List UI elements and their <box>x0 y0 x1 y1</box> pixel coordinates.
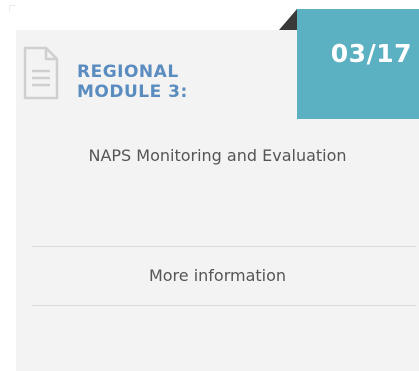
module-title: NAPS Monitoring and Evaluation <box>88 146 347 165</box>
document-icon <box>23 46 59 100</box>
date-text: 03/17 <box>330 39 412 68</box>
date-badge: 03/17 <box>297 9 419 119</box>
divider-top <box>32 246 416 247</box>
module-label-line1: REGIONAL <box>77 62 179 82</box>
module-label: REGIONAL MODULE 3: <box>77 62 277 102</box>
badge-fold-corner <box>279 9 297 30</box>
more-information-link[interactable]: More information <box>16 266 419 285</box>
module-label-line2: MODULE 3: <box>77 82 188 102</box>
corner-decoration <box>9 5 16 12</box>
divider-bottom <box>32 305 416 306</box>
